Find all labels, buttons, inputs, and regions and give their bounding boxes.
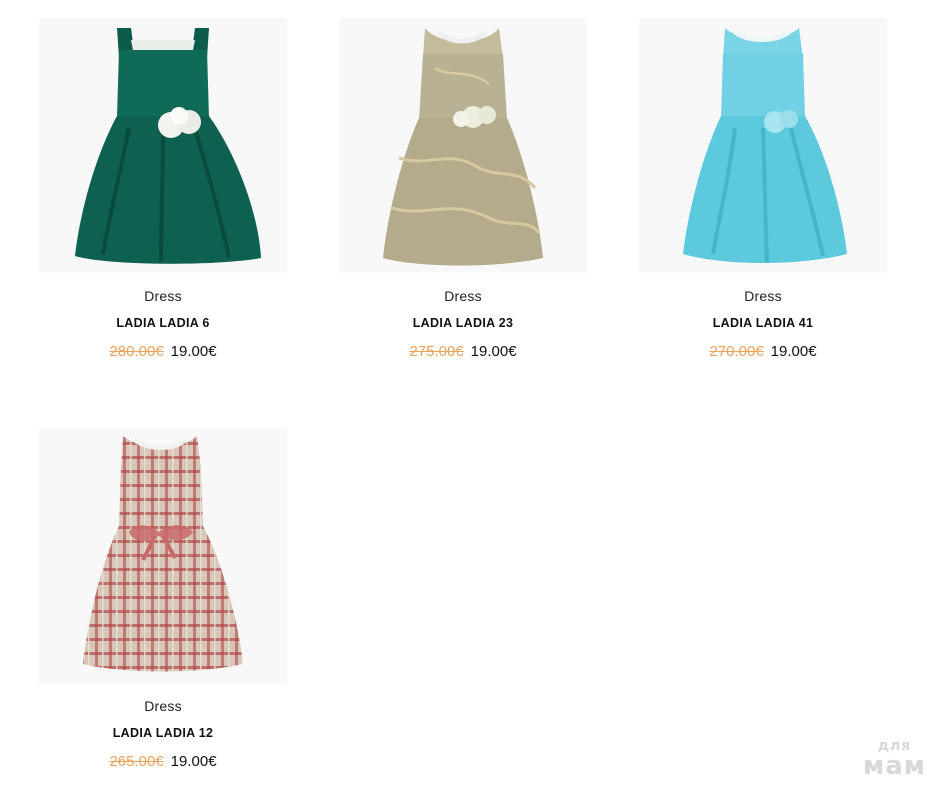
- sale-price: 19.00€: [170, 343, 217, 360]
- sale-price: 19.00€: [470, 343, 517, 360]
- product-card[interactable]: Dress LADIA LADIA 41 270.00€ 19.00€: [639, 18, 887, 361]
- gold-brocade-dress-image[interactable]: [339, 18, 587, 273]
- product-category: Dress: [144, 698, 182, 714]
- plaid-dress-image[interactable]: [39, 428, 287, 683]
- product-title[interactable]: LADIA LADIA 41: [639, 315, 887, 331]
- product-price: 280.00€ 19.00€: [39, 343, 287, 361]
- product-price: 270.00€ 19.00€: [639, 343, 887, 361]
- old-price: 280.00€: [109, 343, 164, 360]
- product-title[interactable]: LADIA LADIA 23: [339, 315, 587, 331]
- product-card[interactable]: Dress LADIA LADIA 12 265.00€ 19.00€: [39, 428, 287, 771]
- product-card[interactable]: Dress LADIA LADIA 6 280.00€ 19.00€: [39, 18, 287, 361]
- product-category: Dress: [444, 288, 482, 304]
- sale-price: 19.00€: [770, 343, 817, 360]
- watermark-logo: для мам: [863, 739, 926, 779]
- green-dress-image[interactable]: [39, 18, 287, 273]
- product-price: 275.00€ 19.00€: [339, 343, 587, 361]
- product-card[interactable]: Dress LADIA LADIA 23 275.00€ 19.00€: [339, 18, 587, 361]
- sale-price: 19.00€: [170, 753, 217, 770]
- old-price: 265.00€: [109, 753, 164, 770]
- old-price: 270.00€: [709, 343, 764, 360]
- product-title[interactable]: LADIA LADIA 6: [39, 315, 287, 331]
- product-price: 265.00€ 19.00€: [39, 753, 287, 771]
- turquoise-dress-image[interactable]: [639, 18, 887, 273]
- old-price: 275.00€: [409, 343, 464, 360]
- watermark-bottom-text: мам: [862, 751, 926, 781]
- product-title[interactable]: LADIA LADIA 12: [39, 725, 287, 741]
- product-grid: Dress LADIA LADIA 6 280.00€ 19.00€ Dress: [0, 0, 940, 791]
- product-category: Dress: [144, 288, 182, 304]
- product-category: Dress: [744, 288, 782, 304]
